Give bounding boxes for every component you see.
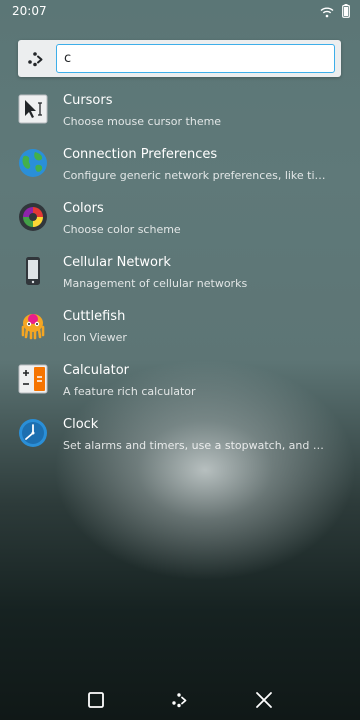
krunner-nav-icon[interactable] bbox=[168, 688, 192, 712]
color-wheel-icon bbox=[18, 202, 48, 232]
results-list: Cursors Choose mouse cursor theme Connec… bbox=[0, 84, 360, 462]
result-item-connection-preferences[interactable]: Connection Preferences Configure generic… bbox=[0, 138, 360, 192]
result-item-cuttlefish[interactable]: Cuttlefish Icon Viewer bbox=[0, 300, 360, 354]
result-subtitle: A feature rich calculator bbox=[63, 385, 196, 398]
result-title: Connection Preferences bbox=[63, 147, 218, 162]
result-subtitle: Icon Viewer bbox=[63, 331, 127, 344]
status-icons bbox=[320, 3, 350, 22]
result-title: Calculator bbox=[63, 363, 130, 378]
result-item-clock[interactable]: Clock Set alarms and timers, use a stopw… bbox=[0, 408, 360, 462]
result-title: Cuttlefish bbox=[63, 309, 126, 324]
cursors-icon bbox=[18, 94, 48, 124]
navigation-bar bbox=[0, 680, 360, 720]
krunner-icon bbox=[26, 49, 46, 69]
status-time: 20:07 bbox=[12, 4, 47, 18]
status-bar: 20:07 bbox=[0, 0, 360, 24]
clock-icon bbox=[18, 418, 48, 448]
search-input[interactable] bbox=[56, 44, 335, 73]
calculator-icon bbox=[18, 364, 48, 394]
result-subtitle: Management of cellular networks bbox=[63, 277, 248, 290]
result-title: Cursors bbox=[63, 93, 113, 108]
result-item-cellular-network[interactable]: Cellular Network Management of cellular … bbox=[0, 246, 360, 300]
cuttlefish-icon bbox=[18, 310, 48, 340]
result-subtitle: Choose mouse cursor theme bbox=[63, 115, 222, 128]
result-item-cursors[interactable]: Cursors Choose mouse cursor theme bbox=[0, 84, 360, 138]
result-item-calculator[interactable]: Calculator A feature rich calculator bbox=[0, 354, 360, 408]
wifi-icon bbox=[320, 3, 334, 22]
search-bar bbox=[18, 40, 341, 77]
result-subtitle: Set alarms and timers, use a stopwatch, … bbox=[63, 439, 328, 452]
phone-icon bbox=[18, 256, 48, 286]
result-title: Clock bbox=[63, 417, 99, 432]
result-title: Colors bbox=[63, 201, 104, 216]
result-subtitle: Choose color scheme bbox=[63, 223, 181, 236]
close-icon[interactable] bbox=[252, 688, 276, 712]
task-switcher-icon[interactable] bbox=[84, 688, 108, 712]
globe-icon bbox=[18, 148, 48, 178]
result-title: Cellular Network bbox=[63, 255, 171, 270]
result-subtitle: Configure generic network preferences, l… bbox=[63, 169, 328, 182]
battery-icon bbox=[342, 3, 350, 22]
result-item-colors[interactable]: Colors Choose color scheme bbox=[0, 192, 360, 246]
